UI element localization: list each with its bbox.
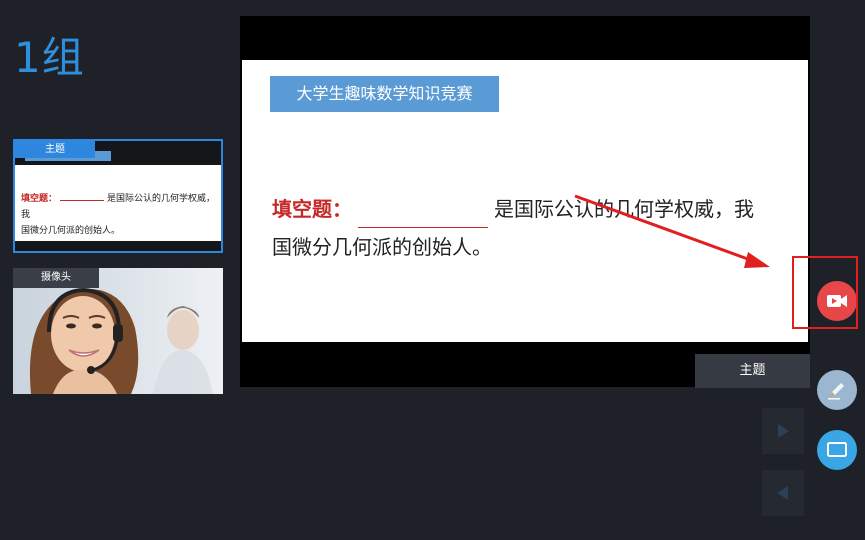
question-line1: 是国际公认的几何学权威，我 <box>494 197 754 221</box>
classroom-screen: 1组 主题 填空题：是国际公认的几何学权威，我 国微分几何派的创始人。 摄像头 <box>0 0 865 540</box>
prev-slide-button[interactable] <box>762 470 804 516</box>
slide-thumbnail[interactable]: 主题 填空题： 是国际公认的几何学权威，我 国微分几何派的创始人。 <box>13 139 223 253</box>
next-slide-button[interactable] <box>762 408 804 454</box>
pen-icon <box>828 383 844 400</box>
thumb-question-label: 填空题： <box>21 194 58 204</box>
current-slide: 大学生趣味数学知识竞赛 填空题： 是国际公认的几何学权威，我 国微分几何派的创始人… <box>242 60 808 342</box>
slide-question: 填空题： 是国际公认的几何学权威，我 国微分几何派的创始人。 <box>272 190 797 266</box>
thumb-slide-tag: 主题 <box>15 141 95 158</box>
screen-share-icon <box>827 442 847 457</box>
group-title: 1组 <box>14 33 85 82</box>
thumb-question: 填空题： 是国际公认的几何学权威，我 国微分几何派的创始人。 <box>21 191 217 239</box>
slide-title: 大学生趣味数学知识竞赛 <box>270 76 499 112</box>
play-prev-icon <box>777 486 788 500</box>
screen-share-button[interactable] <box>817 430 857 470</box>
theme-button[interactable]: 主题 <box>695 354 810 388</box>
video-record-icon <box>827 295 847 307</box>
thumb-question-line2: 国微分几何派的创始人。 <box>21 226 121 236</box>
thumb-blank <box>60 200 105 201</box>
camera-thumbnail[interactable]: 摄像头 <box>13 268 223 394</box>
record-button[interactable] <box>817 281 857 321</box>
question-blank <box>358 205 488 228</box>
play-next-icon <box>778 424 789 438</box>
question-line2: 国微分几何派的创始人。 <box>272 235 492 259</box>
camera-tag: 摄像头 <box>13 268 99 288</box>
question-label: 填空题： <box>272 197 352 221</box>
pen-button[interactable] <box>817 370 857 410</box>
thumb-bottom-bar <box>15 241 221 251</box>
